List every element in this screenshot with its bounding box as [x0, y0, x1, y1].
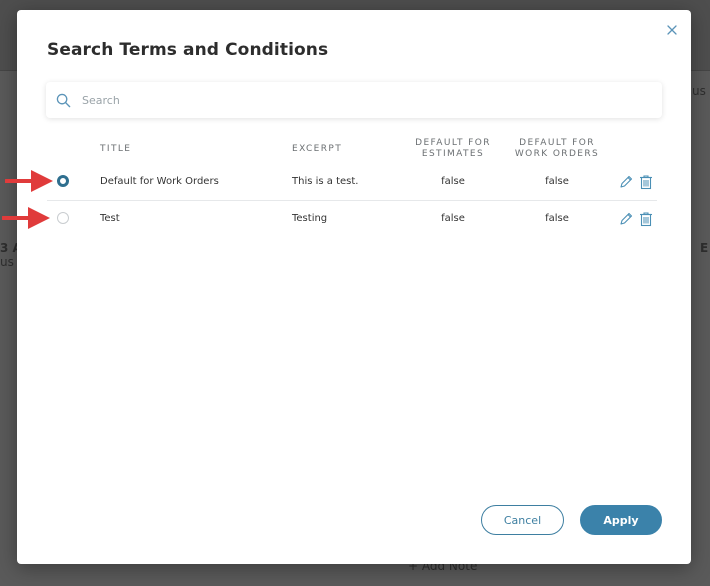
table-row[interactable]: Test Testing false false [47, 201, 657, 237]
terms-modal: Search Terms and Conditions TITLE EXCERP… [17, 10, 691, 564]
row-default-estimates: false [441, 176, 465, 187]
row-default-work-orders: false [545, 176, 569, 187]
search-box[interactable] [46, 82, 662, 118]
search-input[interactable] [80, 92, 644, 108]
pencil-icon [620, 175, 633, 188]
edit-button[interactable] [618, 174, 634, 190]
trash-icon [640, 212, 652, 227]
close-button[interactable] [665, 22, 679, 36]
search-icon [56, 93, 71, 107]
table-header: TITLE EXCERPT DEFAULT FOR ESTIMATES DEFA… [17, 138, 691, 164]
apply-button[interactable]: Apply [580, 505, 662, 535]
background-text: E [700, 241, 709, 255]
header-default-work-orders: DEFAULT FOR WORK ORDERS [514, 138, 600, 159]
table-row[interactable]: Default for Work Orders This is a test. … [47, 164, 657, 200]
row-excerpt: Testing [292, 213, 328, 224]
background-text: us [692, 84, 706, 98]
row-excerpt: This is a test. [292, 176, 359, 187]
modal-title: Search Terms and Conditions [47, 40, 329, 60]
row-title: Test [100, 213, 120, 224]
row-default-estimates: false [441, 213, 465, 224]
header-title: TITLE [100, 144, 132, 154]
background-text: us [0, 255, 14, 269]
cancel-button[interactable]: Cancel [481, 505, 564, 535]
row-radio[interactable] [57, 212, 69, 224]
row-title: Default for Work Orders [100, 176, 219, 187]
pencil-icon [620, 212, 633, 225]
trash-icon [640, 175, 652, 190]
close-icon [667, 25, 677, 35]
row-radio-selected[interactable] [57, 175, 69, 187]
header-default-estimates: DEFAULT FOR ESTIMATES [415, 138, 491, 159]
header-excerpt: EXCERPT [292, 144, 343, 154]
annotation-arrow-icon [5, 170, 53, 192]
row-default-work-orders: false [545, 213, 569, 224]
edit-button[interactable] [618, 211, 634, 227]
annotation-arrow-icon [2, 207, 50, 229]
delete-button[interactable] [638, 174, 654, 190]
delete-button[interactable] [638, 211, 654, 227]
